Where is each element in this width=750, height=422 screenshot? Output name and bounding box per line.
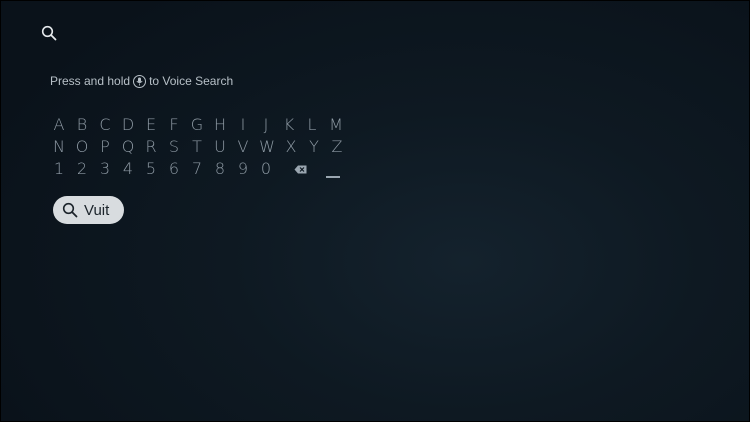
on-screen-keyboard: ABCDEFGHIJKLM NOPQRSTUVWXYZ 1234567890 bbox=[48, 114, 349, 180]
key-n[interactable]: N bbox=[47, 136, 71, 158]
key-w[interactable]: W bbox=[254, 136, 280, 158]
key-7[interactable]: 7 bbox=[185, 158, 209, 180]
keyboard-row-letters-2: NOPQRSTUVWXYZ bbox=[48, 136, 349, 158]
key-q[interactable]: Q bbox=[116, 136, 140, 158]
key-v[interactable]: V bbox=[231, 136, 255, 158]
key-j[interactable]: J bbox=[254, 114, 278, 136]
key-1[interactable]: 1 bbox=[47, 158, 71, 180]
key-f[interactable]: F bbox=[162, 114, 186, 136]
keyboard-row-letters-1: ABCDEFGHIJKLM bbox=[48, 114, 349, 136]
key-m[interactable]: M bbox=[323, 114, 349, 136]
key-a[interactable]: A bbox=[47, 114, 71, 136]
key-4[interactable]: 4 bbox=[116, 158, 140, 180]
search-icon bbox=[62, 202, 78, 218]
microphone-icon bbox=[133, 74, 147, 88]
key-u[interactable]: U bbox=[208, 136, 232, 158]
key-h[interactable]: H bbox=[208, 114, 232, 136]
key-z[interactable]: Z bbox=[325, 136, 349, 158]
key-e[interactable]: E bbox=[139, 114, 163, 136]
key-p[interactable]: P bbox=[93, 136, 117, 158]
key-k[interactable]: K bbox=[277, 114, 301, 136]
key-0[interactable]: 0 bbox=[254, 158, 278, 180]
key-8[interactable]: 8 bbox=[208, 158, 232, 180]
search-query-pill[interactable]: Vuit bbox=[53, 196, 124, 224]
voice-search-hint: Press and hold to Voice Search bbox=[50, 74, 233, 88]
key-l[interactable]: L bbox=[300, 114, 324, 136]
key-x[interactable]: X bbox=[279, 136, 303, 158]
key-d[interactable]: D bbox=[116, 114, 140, 136]
key-9[interactable]: 9 bbox=[231, 158, 255, 180]
key-b[interactable]: B bbox=[70, 114, 94, 136]
key-t[interactable]: T bbox=[185, 136, 209, 158]
key-r[interactable]: R bbox=[139, 136, 163, 158]
key-g[interactable]: G bbox=[185, 114, 209, 136]
search-query-text: Vuit bbox=[84, 201, 110, 219]
key-o[interactable]: O bbox=[70, 136, 94, 158]
hint-suffix: to Voice Search bbox=[149, 74, 234, 88]
key-y[interactable]: Y bbox=[302, 136, 326, 158]
key-5[interactable]: 5 bbox=[139, 158, 163, 180]
key-6[interactable]: 6 bbox=[162, 158, 186, 180]
backspace-icon[interactable] bbox=[288, 158, 312, 180]
key-3[interactable]: 3 bbox=[93, 158, 117, 180]
hint-prefix: Press and hold bbox=[50, 74, 131, 88]
key-c[interactable]: C bbox=[93, 114, 117, 136]
key-s[interactable]: S bbox=[162, 136, 186, 158]
space-icon[interactable] bbox=[320, 158, 344, 180]
keyboard-row-digits: 1234567890 bbox=[48, 158, 349, 180]
key-2[interactable]: 2 bbox=[70, 158, 94, 180]
key-i[interactable]: I bbox=[231, 114, 255, 136]
search-icon[interactable] bbox=[41, 25, 57, 41]
